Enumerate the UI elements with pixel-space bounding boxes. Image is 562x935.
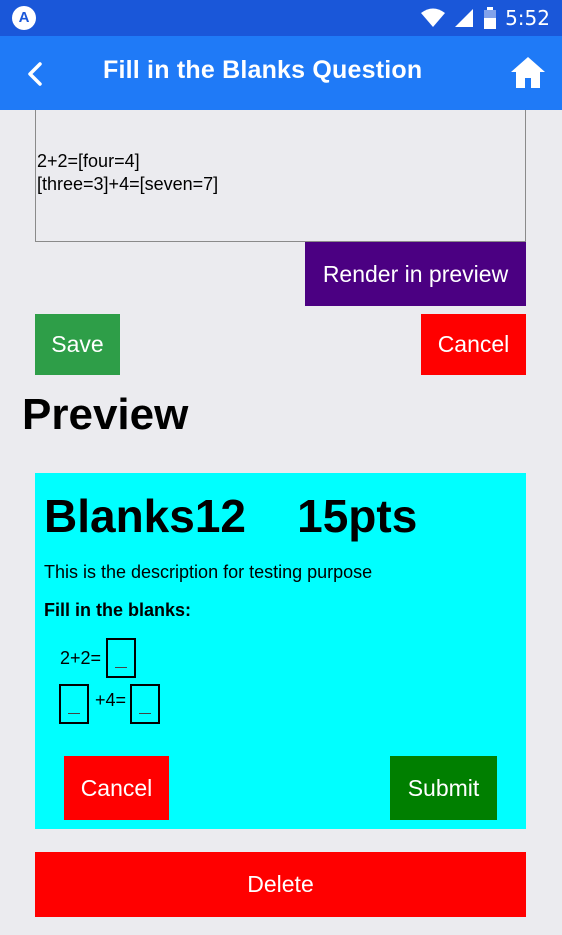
status-bar: A 5:52 [0, 0, 562, 36]
blank-input-3[interactable] [130, 684, 161, 724]
blank-input-1[interactable] [106, 638, 137, 678]
equation-row-2: +4= [59, 684, 161, 724]
cell-signal-icon [455, 9, 474, 27]
status-icons: 5:52 [421, 6, 550, 30]
preview-submit-button[interactable]: Submit [390, 756, 497, 820]
question-description: This is the description for testing purp… [44, 562, 373, 582]
render-in-preview-button[interactable]: Render in preview [305, 242, 526, 306]
preview-heading: Preview [22, 390, 189, 439]
editor-line-1: 2+2=[four=4] [37, 151, 140, 171]
battery-icon [484, 7, 497, 29]
wifi-icon [421, 8, 446, 27]
app-bar: Fill in the Blanks Question [0, 36, 562, 110]
cancel-button[interactable]: Cancel [421, 314, 526, 375]
equation-1-text: 2+2= [60, 647, 102, 668]
chevron-left-icon [28, 62, 42, 86]
editor-line-2: [three=3]+4=[seven=7] [37, 174, 219, 194]
home-icon [511, 57, 545, 88]
save-button[interactable]: Save [35, 314, 120, 375]
home-button[interactable] [508, 53, 548, 93]
page-title: Fill in the Blanks Question [103, 56, 423, 84]
question-title: Blanks12 15pts [44, 490, 418, 542]
app-notification-icon: A [12, 6, 36, 30]
equation-2-text: +4= [95, 689, 127, 710]
back-button[interactable] [16, 54, 56, 94]
question-text-editor[interactable]: 2+2=[four=4] [three=3]+4=[seven=7] [35, 110, 526, 242]
fill-blanks-label: Fill in the blanks: [44, 600, 192, 620]
equation-row-1: 2+2= [60, 638, 137, 678]
blank-input-2[interactable] [59, 684, 89, 724]
delete-button[interactable]: Delete [35, 852, 526, 917]
preview-cancel-button[interactable]: Cancel [64, 756, 169, 820]
status-time: 5:52 [505, 6, 550, 30]
preview-card: Blanks12 15pts This is the description f… [35, 473, 526, 829]
